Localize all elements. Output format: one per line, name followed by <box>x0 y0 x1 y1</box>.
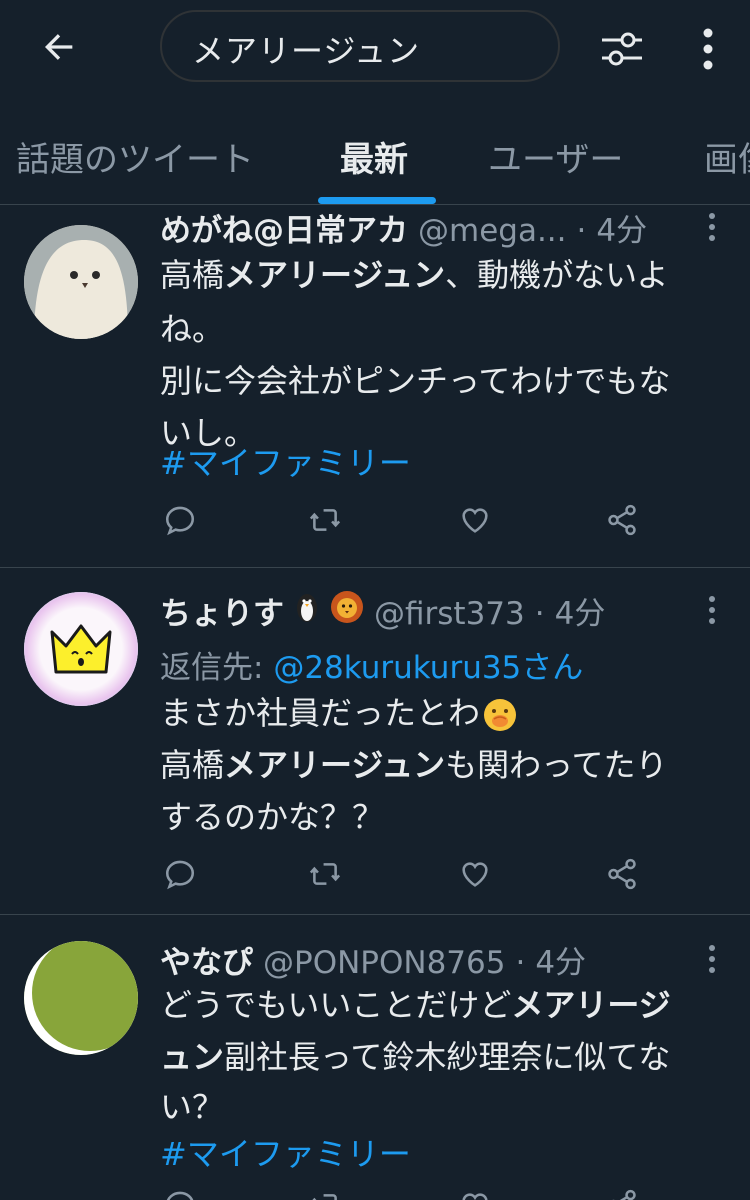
reply-icon <box>165 860 195 890</box>
reply-icon <box>166 1191 194 1200</box>
heart-icon <box>462 508 488 533</box>
tweet-text-line: するのかな？？ <box>160 798 385 836</box>
tweet-time[interactable]: 4分 <box>535 937 586 982</box>
tab-images[interactable]: 画像 <box>704 132 750 181</box>
tweet-text-line: い？ <box>160 1088 225 1126</box>
tweet-time[interactable]: 4分 <box>555 588 606 633</box>
tweet-header: ちょりす @first373 · 4分 <box>160 588 605 632</box>
reply-button[interactable] <box>160 500 200 540</box>
vertical-ellipsis-icon <box>709 945 715 973</box>
avatar[interactable] <box>24 941 138 1055</box>
search-tabs: 話題のツイート 最新 ユーザー 画像 <box>0 110 750 205</box>
search-filter-button[interactable] <box>595 22 649 76</box>
tweet-text-line: どうでもいいことだけどメアリージ <box>160 986 671 1024</box>
heart-icon <box>462 1193 488 1200</box>
sliders-icon <box>602 32 642 66</box>
share-button[interactable] <box>602 500 642 540</box>
green-circle-avatar-image <box>24 941 138 1055</box>
tweet-text-line: まさか社員だったとわ <box>160 687 518 739</box>
user-handle[interactable]: @mega... <box>418 213 567 249</box>
tweet[interactable]: めがね@日常アカ @mega... · 4分 高橋メアリージュン、動機がないよ … <box>0 205 750 567</box>
like-button[interactable] <box>455 500 495 540</box>
crown-avatar-image <box>24 592 138 706</box>
display-name[interactable]: やなぴ <box>160 937 253 982</box>
tab-users[interactable]: ユーザー <box>488 132 623 181</box>
reply-label: 返信先: <box>160 650 274 686</box>
arrow-left-icon <box>45 34 73 60</box>
reply-button[interactable] <box>160 854 200 894</box>
display-name[interactable]: ちょりす <box>160 588 284 633</box>
reply-context: 返信先: @28kurukuru35さん <box>160 642 583 687</box>
separator-dot: · <box>534 596 545 632</box>
search-input[interactable]: メアリージュン <box>160 10 560 82</box>
share-icon <box>608 858 636 890</box>
tweet-actions <box>0 1185 750 1200</box>
retweet-icon <box>309 509 341 531</box>
hashtag-link[interactable]: #マイファミリー <box>160 1128 411 1180</box>
lion-emoji-icon <box>331 591 363 623</box>
active-tab-indicator <box>318 197 436 204</box>
tweet-text-line: ュン副社長って鈴木紗理奈に似てな <box>160 1038 671 1076</box>
user-handle[interactable]: @PONPON8765 <box>263 945 505 981</box>
retweet-button[interactable] <box>305 1185 345 1200</box>
like-button[interactable] <box>455 854 495 894</box>
tweet-text-line: ね。 <box>160 310 225 348</box>
retweet-icon <box>309 863 341 885</box>
like-button[interactable] <box>455 1185 495 1200</box>
tweet-more-button[interactable] <box>700 939 724 979</box>
penguin-emoji-icon <box>297 594 317 622</box>
separator-dot: · <box>576 213 587 249</box>
face-with-hand-over-mouth-emoji-icon <box>484 699 517 731</box>
tab-top-tweets[interactable]: 話題のツイート <box>16 132 254 181</box>
heart-icon <box>462 862 488 887</box>
avatar[interactable] <box>24 225 138 339</box>
separator-dot: · <box>515 945 526 981</box>
bird-avatar-image <box>24 225 138 339</box>
tweet[interactable]: ちょりす @first373 · 4分 返信先: @28kurukuru35さん… <box>0 568 750 914</box>
hashtag-link[interactable]: #マイファミリー <box>160 437 411 489</box>
top-bar: メアリージュン <box>0 0 750 95</box>
share-icon <box>611 1189 636 1200</box>
tweet-actions <box>0 500 750 550</box>
retweet-button[interactable] <box>305 500 345 540</box>
share-icon <box>608 504 636 536</box>
retweet-button[interactable] <box>305 854 345 894</box>
share-button[interactable] <box>602 854 642 894</box>
vertical-ellipsis-icon <box>709 596 715 624</box>
retweet-icon <box>312 1194 337 1200</box>
tab-latest[interactable]: 最新 <box>340 132 408 181</box>
tweet-more-button[interactable] <box>700 207 724 247</box>
tweet-time[interactable]: 4分 <box>596 205 647 250</box>
more-options-button[interactable] <box>690 22 726 76</box>
avatar[interactable] <box>24 592 138 706</box>
tweet-text-line: 高橋メアリージュンも関わってたり <box>160 746 668 784</box>
tweet-actions <box>0 854 750 904</box>
reply-icon <box>165 506 195 536</box>
back-button[interactable] <box>34 22 84 72</box>
tweet-more-button[interactable] <box>700 590 724 630</box>
tweet-header: やなぴ @PONPON8765 · 4分 <box>160 937 586 981</box>
tweet[interactable]: やなぴ @PONPON8765 · 4分 どうでもいいことだけどメアリージ ュン… <box>0 915 750 1200</box>
tweet-text-line: 高橋メアリージュン、動機がないよ <box>160 256 669 294</box>
reply-button[interactable] <box>160 1185 200 1200</box>
share-button[interactable] <box>602 1185 642 1200</box>
display-name[interactable]: めがね@日常アカ <box>160 205 408 250</box>
vertical-ellipsis-icon <box>703 28 713 70</box>
tweet-text-line: 別に今会社がピンチってわけでもな <box>160 362 671 400</box>
vertical-ellipsis-icon <box>709 213 715 241</box>
user-handle[interactable]: @first373 <box>374 596 525 632</box>
search-query: メアリージュン <box>192 32 421 70</box>
reply-mention-link[interactable]: @28kurukuru35さん <box>273 650 583 686</box>
tweet-header: めがね@日常アカ @mega... · 4分 <box>160 205 647 249</box>
